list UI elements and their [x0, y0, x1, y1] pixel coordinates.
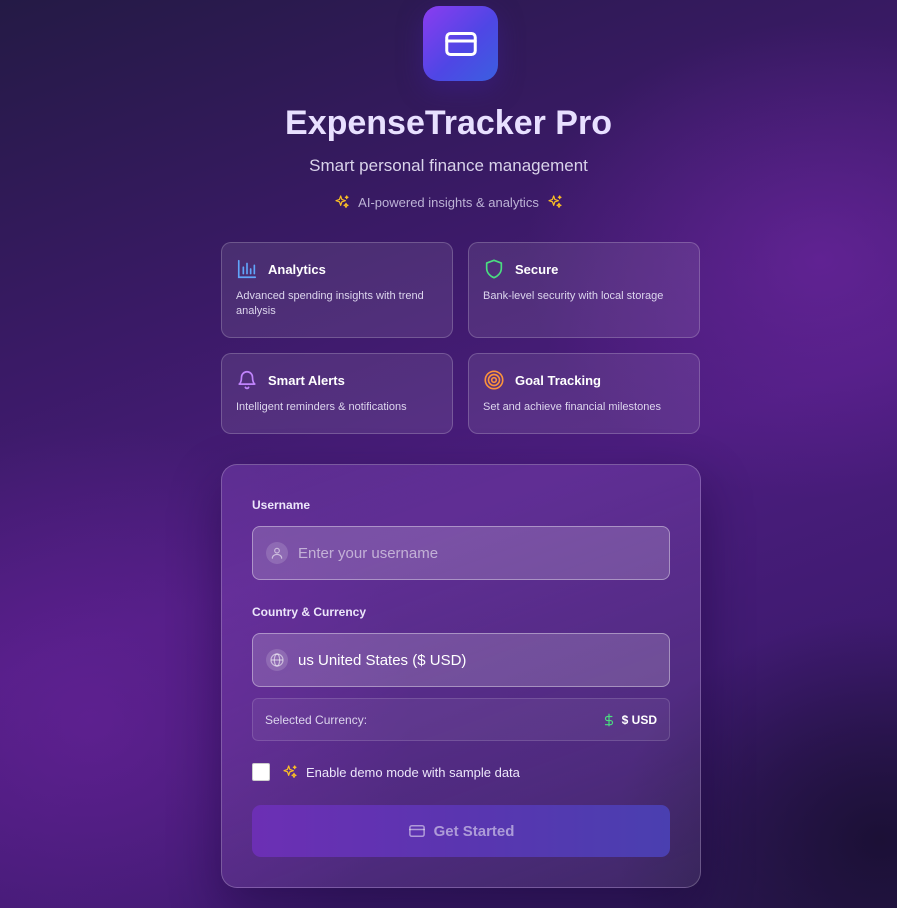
bar-chart-icon: [237, 259, 257, 279]
feature-title: Analytics: [268, 261, 326, 277]
feature-description: Set and achieve financial milestones: [483, 401, 661, 413]
selected-currency-display: Selected Currency: $ USD: [252, 698, 670, 741]
feature-title: Secure: [515, 261, 559, 277]
feature-card-secure: Secure Bank-level security with local st…: [468, 242, 700, 338]
credit-card-icon: [408, 825, 425, 837]
feature-title: Smart Alerts: [268, 372, 345, 388]
feature-card-smart-alerts: Smart Alerts Intelligent reminders & not…: [221, 353, 453, 434]
target-icon: [484, 370, 504, 390]
feature-card-analytics: Analytics Advanced spending insights wit…: [221, 242, 453, 338]
sparkles-icon: [283, 765, 297, 778]
selected-currency-label: Selected Currency:: [265, 712, 368, 727]
feature-description: Intelligent reminders & notifications: [236, 401, 407, 413]
feature-description: Advanced spending insights with trend an…: [236, 290, 424, 317]
tagline-text: AI-powered insights & analytics: [358, 194, 539, 210]
user-icon: [266, 542, 288, 564]
app-title: ExpenseTracker Pro: [285, 104, 612, 142]
username-label: Username: [252, 498, 311, 512]
app-subtitle: Smart personal finance management: [309, 156, 588, 175]
feature-description: Bank-level security with local storage: [483, 290, 664, 302]
get-started-button[interactable]: Get Started: [252, 805, 670, 857]
feature-title: Goal Tracking: [515, 372, 601, 388]
country-currency-select[interactable]: us United States ($ USD): [252, 633, 670, 687]
get-started-label: Get Started: [433, 822, 515, 840]
username-field[interactable]: [252, 526, 670, 580]
country-currency-label: Country & Currency: [252, 605, 367, 619]
credit-card-icon: [444, 31, 477, 56]
demo-mode-label: Enable demo mode with sample data: [306, 764, 520, 780]
bell-icon: [238, 371, 256, 390]
username-input[interactable]: [298, 544, 638, 562]
globe-icon: [266, 649, 288, 671]
sparkles-icon: [548, 195, 562, 208]
sparkles-icon: [335, 195, 349, 208]
setup-form-card: Username Country & Currency us United St…: [221, 464, 701, 888]
demo-mode-option: Enable demo mode with sample data: [252, 763, 520, 781]
feature-card-goal-tracking: Goal Tracking Set and achieve financial …: [468, 353, 700, 434]
app-logo: [423, 6, 498, 81]
demo-mode-checkbox[interactable]: [252, 763, 270, 781]
app-tagline: AI-powered insights & analytics: [0, 194, 897, 210]
dollar-icon: [604, 713, 613, 726]
selected-currency-value: $ USD: [621, 712, 657, 727]
country-selected-value: us United States ($ USD): [298, 651, 467, 669]
shield-icon: [485, 259, 503, 279]
